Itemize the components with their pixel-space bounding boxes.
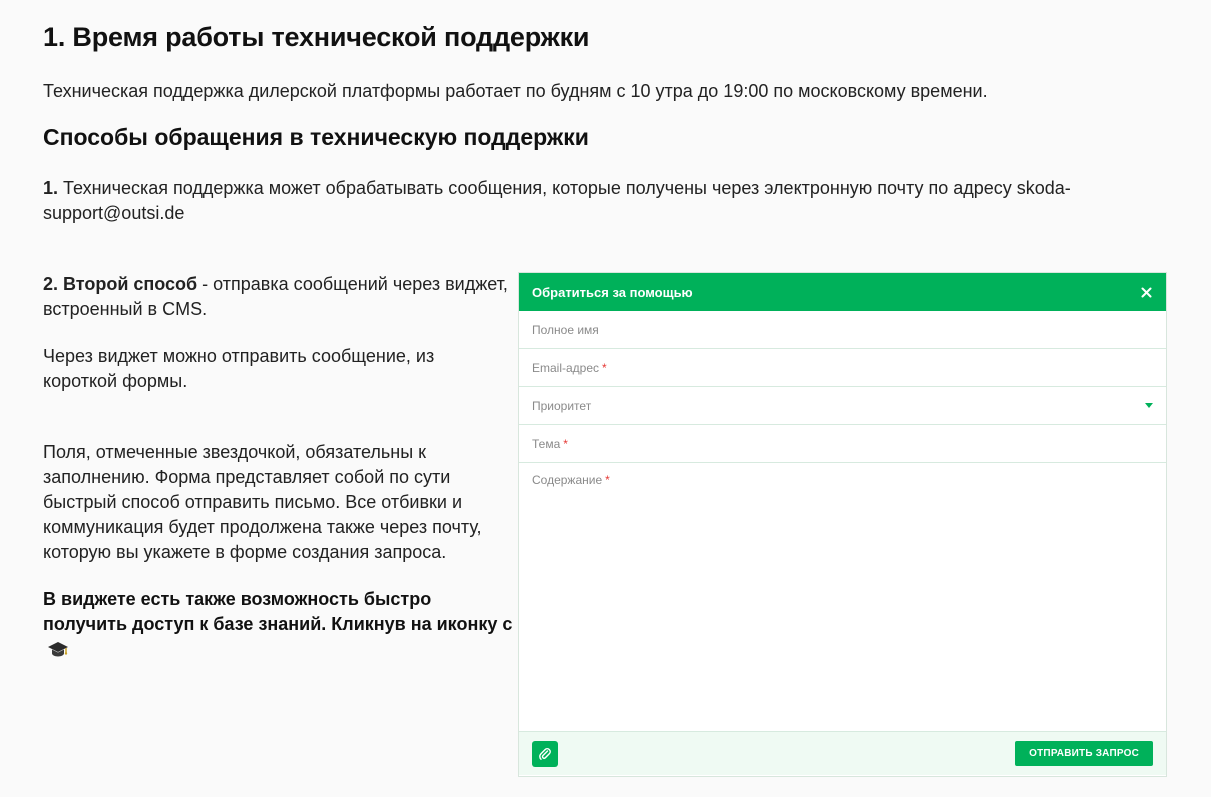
knowledge-base-text: В виджете есть также возможность быстро … xyxy=(43,587,513,665)
method-one-paragraph: 1. Техническая поддержка может обрабатыв… xyxy=(43,176,1163,226)
priority-placeholder: Приоритет xyxy=(532,398,592,413)
method-two-paragraph: 2. Второй способ - отправка сообщений че… xyxy=(43,272,513,322)
widget-footer: ОТПРАВИТЬ ЗАПРОС xyxy=(519,732,1166,775)
method-two-description: 2. Второй способ - отправка сообщений че… xyxy=(43,272,513,665)
chevron-down-icon xyxy=(1145,403,1153,408)
content-placeholder: Содержание xyxy=(532,473,603,487)
submit-request-button[interactable]: ОТПРАВИТЬ ЗАПРОС xyxy=(1015,741,1153,766)
fullname-placeholder: Полное имя xyxy=(532,322,599,337)
subject-placeholder: Тема xyxy=(532,436,561,451)
email-placeholder: Email-адрес xyxy=(532,360,600,375)
page: 1. Время работы технической поддержки Те… xyxy=(0,0,1211,797)
widget-short-form-text: Через виджет можно отправить сообщение, … xyxy=(43,346,435,391)
method-two-label: 2. Второй способ xyxy=(43,274,198,294)
required-mark: * xyxy=(563,436,568,451)
widget-header: Обратиться за помощью xyxy=(519,273,1166,311)
required-fields-text: Поля, отмеченные звездочкой, обязательны… xyxy=(43,442,482,562)
paperclip-icon[interactable] xyxy=(532,740,558,767)
method-one-text: Техническая поддержка может обрабатывать… xyxy=(43,178,1071,223)
subject-field[interactable]: Тема * xyxy=(519,425,1166,463)
help-widget: Обратиться за помощью Полное имя Email-а… xyxy=(518,272,1167,777)
page-title: 1. Время работы технической поддержки xyxy=(43,22,590,52)
widget-title: Обратиться за помощью xyxy=(532,284,693,300)
method-one-number: 1. xyxy=(43,178,59,198)
email-field[interactable]: Email-адрес * xyxy=(519,349,1166,387)
priority-select[interactable]: Приоритет xyxy=(519,387,1166,425)
contact-methods-heading: Способы обращения в техническую поддержк… xyxy=(43,124,589,150)
graduation-cap-icon xyxy=(47,640,69,665)
close-icon[interactable] xyxy=(1138,284,1154,300)
required-mark: * xyxy=(605,473,610,487)
knowledge-base-text-content: В виджете есть также возможность быстро … xyxy=(43,589,513,634)
content-textarea[interactable]: Содержание * xyxy=(519,463,1166,732)
support-hours-text: Техническая поддержка дилерской платформ… xyxy=(43,81,988,101)
required-mark: * xyxy=(602,360,607,375)
fullname-field[interactable]: Полное имя xyxy=(519,311,1166,349)
